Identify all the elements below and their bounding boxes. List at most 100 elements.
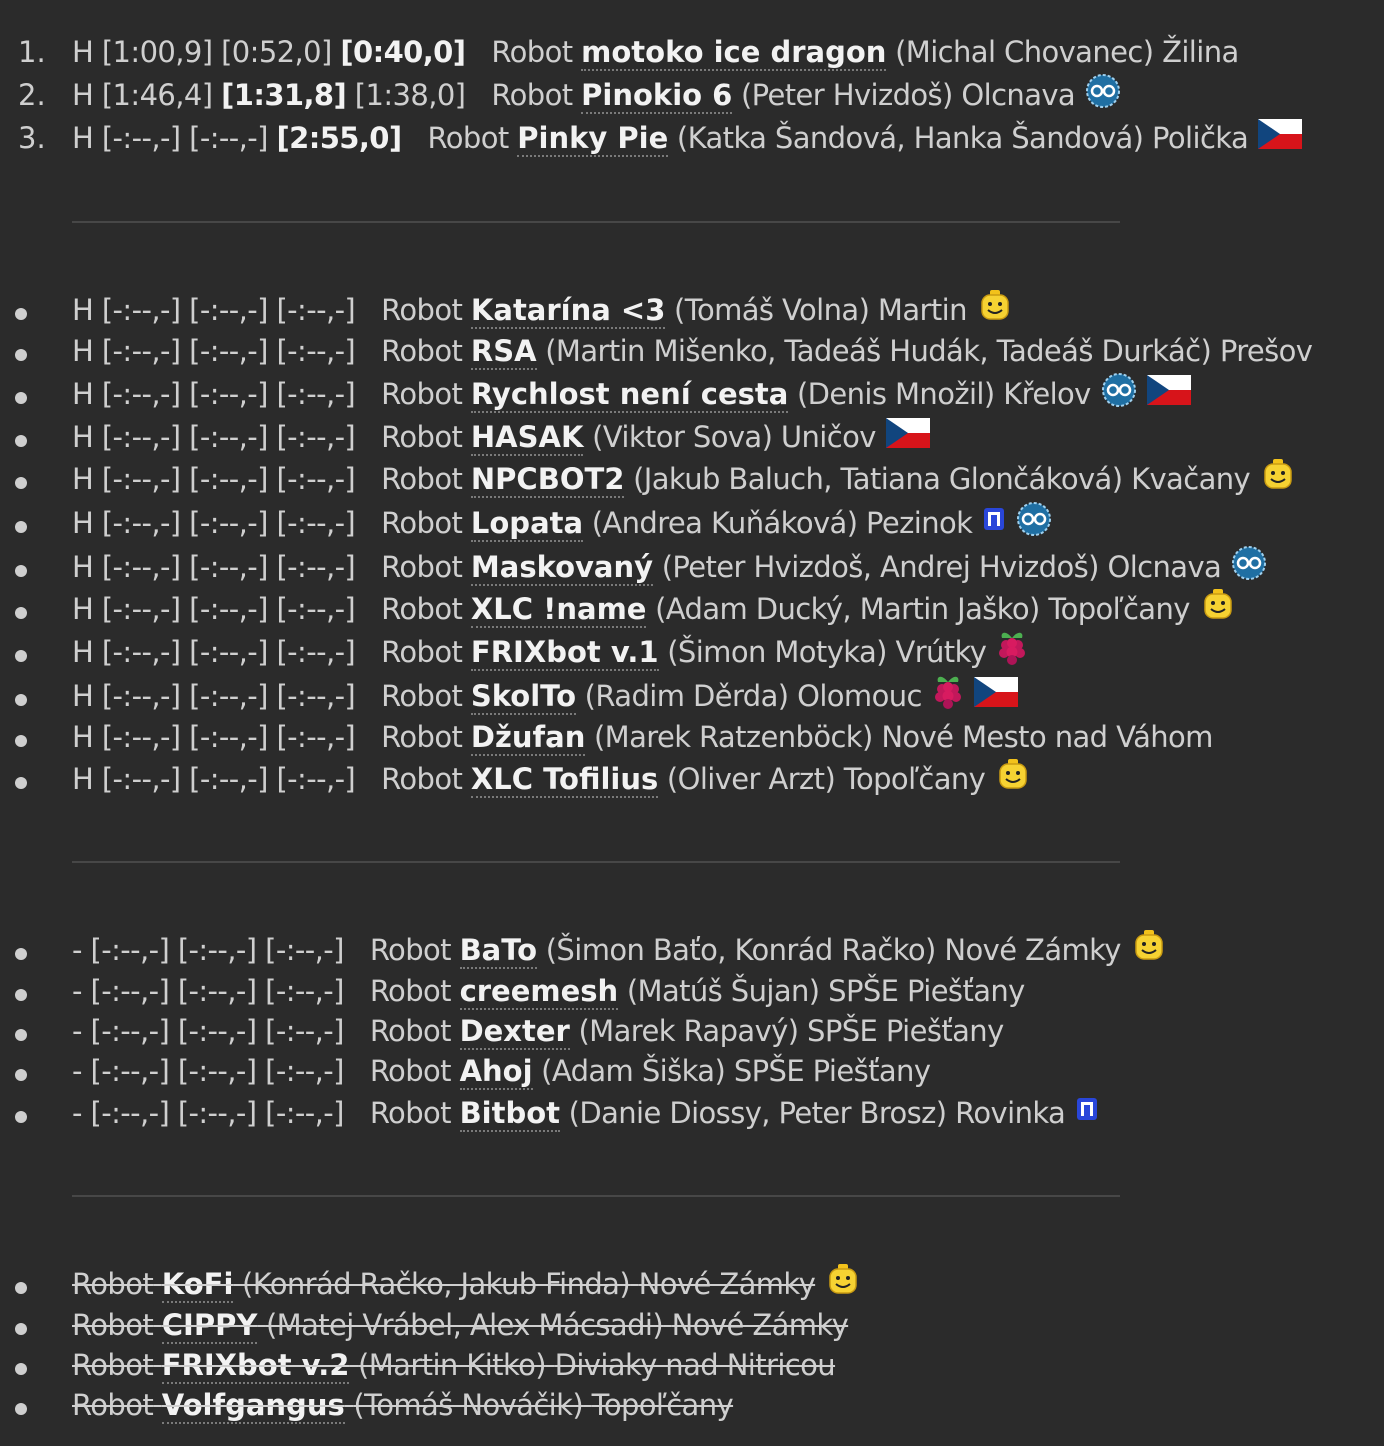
heat-marker: H (72, 420, 94, 454)
robot-name-link[interactable]: Džufan (470, 720, 586, 756)
heat-marker: - (72, 933, 82, 967)
robot-label: Robot (369, 974, 452, 1008)
robot-name-link[interactable]: XLC Tofilius (470, 762, 659, 798)
city: Topoľčany (1048, 592, 1190, 626)
robot-name-link[interactable]: FRIXbot v.1 (470, 635, 659, 671)
robot-name-link[interactable]: Volfgangus (161, 1388, 345, 1424)
run-time: [-:--,-] (276, 420, 356, 454)
robot-name-link[interactable]: XLC !name (470, 592, 647, 628)
city: SPŠE Piešťany (828, 974, 1025, 1008)
robot-label: Robot (381, 334, 463, 368)
run-time: [-:--,-] (177, 933, 257, 967)
robot-name-link[interactable]: Katarína <3 (470, 293, 666, 329)
run-time: [-:--,-] (90, 974, 170, 1008)
robot-label: Robot (72, 1388, 154, 1422)
run-time: [-:--,-] (189, 462, 268, 496)
city: Olcnava (1107, 550, 1222, 584)
run-time: [-:--,-] (189, 720, 268, 754)
run-time: [-:--,-] (101, 762, 181, 796)
run-time: [-:--,-] (101, 635, 181, 669)
robot-name-link[interactable]: Pinokio 6 (581, 78, 733, 114)
run-time: [-:--,-] (276, 334, 356, 368)
entry-content: H [1:00,9] [0:52,0] [0:40,0] Robot motoko… (72, 31, 1239, 73)
run-time: [-:--,-] (276, 293, 356, 327)
robot-label: Robot (381, 592, 463, 626)
city: Žilina (1162, 35, 1239, 69)
robot-name-link[interactable]: HASAK (470, 420, 584, 456)
run-time: [-:--,-] (189, 506, 268, 540)
entry-content: H [-:--,-] [-:--,-] [-:--,-] Robot XLC !n… (72, 588, 1236, 630)
city: SPŠE Piešťany (733, 1054, 931, 1088)
run-time: [-:--,-] (90, 1054, 170, 1088)
team-members: (Marek Ratzenböck) (593, 720, 873, 754)
robot-name-link[interactable]: Dexter (459, 1014, 570, 1050)
robot-name-link[interactable]: creemesh (459, 974, 619, 1010)
heat-marker: H (72, 121, 94, 155)
heat-marker: H (72, 377, 94, 411)
robot-name-link[interactable]: SkolTo (470, 679, 577, 715)
run-time: [1:38,0] (354, 78, 466, 112)
robot-label: Robot (369, 1096, 452, 1130)
run-time: [-:--,-] (265, 1014, 344, 1048)
robot-name-link[interactable]: Lopata (470, 506, 584, 542)
team-members: (Michal Chovanec) (895, 35, 1154, 69)
bullet-marker (15, 1029, 27, 1041)
robot-label: Robot (381, 679, 463, 713)
robot-name-link[interactable]: BaTo (459, 933, 538, 969)
city: SPŠE Piešťany (807, 1014, 1004, 1048)
entry-content: H [-:--,-] [-:--,-] [-:--,-] Robot XLC To… (72, 758, 1031, 800)
bullet-marker (15, 1282, 27, 1294)
robot-name-link[interactable]: Bitbot (459, 1096, 561, 1132)
run-time: [-:--,-] (276, 762, 356, 796)
bullet-marker (15, 735, 27, 747)
run-time: [-:--,-] (189, 762, 268, 796)
city: Martin (877, 293, 968, 327)
heat-marker: H (72, 635, 94, 669)
city: Topoľčany (843, 762, 986, 796)
run-time: [-:--,-] (189, 334, 268, 368)
lego-head-icon (1260, 457, 1296, 493)
robot-name-link[interactable]: RSA (470, 334, 537, 370)
run-time: [-:--,-] (189, 550, 268, 584)
robot-label: Robot (369, 933, 452, 967)
robot-name-link[interactable]: CIPPY (161, 1308, 258, 1344)
rank-number: 3. (18, 121, 46, 155)
robot-name-link[interactable]: motoko ice dragon (581, 35, 887, 71)
city: Nové Mesto nad Váhom (881, 720, 1213, 754)
run-time: [-:--,-] (276, 550, 356, 584)
city: Nové Zámky (944, 933, 1121, 967)
arduino-icon (1101, 372, 1137, 408)
robot-label: Robot (491, 78, 573, 112)
run-time: [-:--,-] (265, 1054, 344, 1088)
bullet-marker (15, 308, 27, 320)
lego-head-icon (825, 1262, 861, 1298)
robot-name-link[interactable]: KoFi (161, 1267, 234, 1303)
run-time: [-:--,-] (90, 1096, 170, 1130)
bullet-marker (15, 435, 27, 447)
city: Rovinka (955, 1096, 1066, 1130)
heat-marker: H (72, 506, 94, 540)
team-members: (Peter Hvizdoš, Andrej Hvizdoš) (661, 550, 1100, 584)
city: Polička (1152, 121, 1249, 155)
czech-flag-icon (1146, 375, 1191, 405)
run-time: [-:--,-] (276, 506, 356, 540)
team-members: (Marek Rapavý) (578, 1014, 799, 1048)
heat-marker: H (72, 334, 94, 368)
robot-name-link[interactable]: Pinky Pie (517, 121, 669, 157)
robot-name-link[interactable]: Ahoj (459, 1054, 533, 1090)
robot-name-link[interactable]: Rychlost není cesta (470, 377, 789, 413)
bullet-marker (15, 1323, 27, 1335)
robot-name-link[interactable]: FRIXbot v.2 (161, 1348, 350, 1384)
robot-name-link[interactable]: Maskovaný (470, 550, 654, 586)
heat-marker: H (72, 78, 94, 112)
entry-content: - [-:--,-] [-:--,-] [-:--,-] Robot creeme… (72, 970, 1025, 1012)
bullet-marker (15, 349, 27, 361)
robot-name-link[interactable]: NPCBOT2 (470, 462, 625, 498)
bullet-marker (15, 1069, 27, 1081)
czech-flag-icon (973, 677, 1018, 707)
city: Pezinok (866, 506, 973, 540)
team-members: (Adam Ducký, Martin Jaško) (655, 592, 1040, 626)
team-members: (Katka Šandová, Hanka Šandová) (676, 121, 1144, 155)
rank-number: 1. (18, 35, 46, 69)
run-time: [-:--,-] (177, 1054, 257, 1088)
